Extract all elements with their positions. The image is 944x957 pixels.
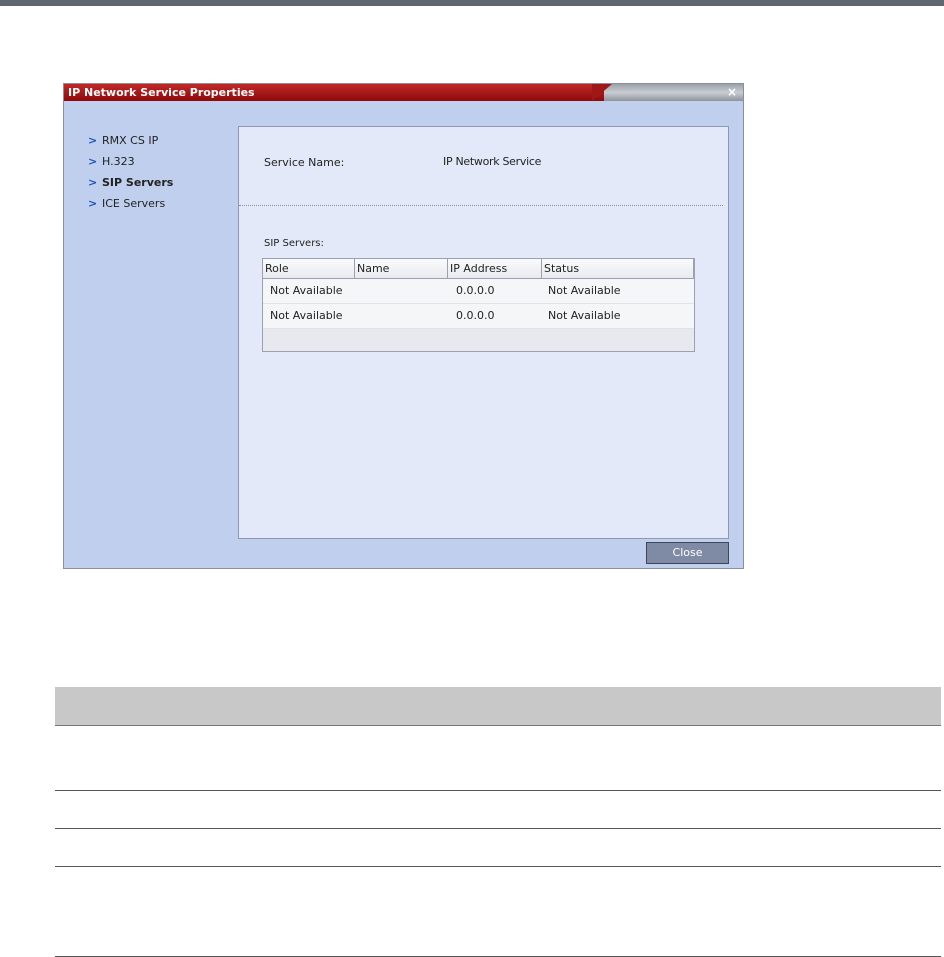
- cell-role: Not Available: [270, 309, 343, 322]
- service-name-value: IP Network Service: [443, 155, 542, 168]
- service-name-label: Service Name:: [264, 156, 345, 169]
- close-button[interactable]: Close: [646, 542, 729, 564]
- column-header-name[interactable]: Name: [355, 259, 448, 278]
- nav-item-ice-servers[interactable]: > ICE Servers: [88, 193, 173, 214]
- cell-name: [355, 304, 448, 328]
- chevron-right-icon: >: [88, 197, 98, 210]
- chevron-right-icon: >: [88, 134, 98, 147]
- document-table: [55, 687, 941, 957]
- chevron-right-icon: >: [88, 176, 98, 189]
- sip-servers-table: Role Name IP Address Status Not Availabl…: [262, 258, 695, 352]
- cell-ip-address: 0.0.0.0: [456, 309, 495, 322]
- chevron-right-icon: >: [88, 155, 98, 168]
- document-table-row: [55, 867, 941, 957]
- document-table-header: [55, 687, 941, 726]
- document-table-row: [55, 791, 941, 829]
- top-strip: [0, 0, 944, 6]
- cell-ip-address: 0.0.0.0: [456, 284, 495, 297]
- column-header-ip-address[interactable]: IP Address: [448, 259, 542, 278]
- sip-servers-panel: Service Name: IP Network Service SIP Ser…: [238, 126, 729, 539]
- table-header: Role Name IP Address Status: [263, 259, 694, 279]
- document-table-row: [55, 829, 941, 867]
- nav-item-rmx-cs-ip[interactable]: > RMX CS IP: [88, 130, 173, 151]
- document-table-row: [55, 726, 941, 791]
- cell-name: [355, 279, 448, 303]
- nav-item-label: SIP Servers: [102, 176, 174, 189]
- divider: [239, 205, 723, 206]
- dialog-titlebar: IP Network Service Properties ×: [64, 84, 743, 101]
- side-nav: > RMX CS IP > H.323 > SIP Servers > ICE Serv…: [88, 130, 173, 214]
- nav-item-label: ICE Servers: [102, 197, 166, 210]
- column-header-role[interactable]: Role: [263, 259, 355, 278]
- sip-servers-label: SIP Servers:: [264, 238, 324, 249]
- nav-item-label: H.323: [102, 155, 135, 168]
- cell-status: Not Available: [548, 284, 621, 297]
- nav-item-h323[interactable]: > H.323: [88, 151, 173, 172]
- cell-status: Not Available: [548, 309, 621, 322]
- cell-role: Not Available: [270, 284, 343, 297]
- close-icon[interactable]: ×: [727, 84, 737, 101]
- nav-item-label: RMX CS IP: [102, 134, 159, 147]
- dialog-title: IP Network Service Properties: [68, 86, 255, 99]
- table-row[interactable]: Not Available 0.0.0.0 Not Available: [263, 279, 694, 304]
- column-header-status[interactable]: Status: [542, 259, 694, 278]
- table-row[interactable]: Not Available 0.0.0.0 Not Available: [263, 304, 694, 329]
- ip-network-service-properties-dialog: IP Network Service Properties × > RMX CS …: [63, 83, 744, 569]
- nav-item-sip-servers[interactable]: > SIP Servers: [88, 172, 173, 193]
